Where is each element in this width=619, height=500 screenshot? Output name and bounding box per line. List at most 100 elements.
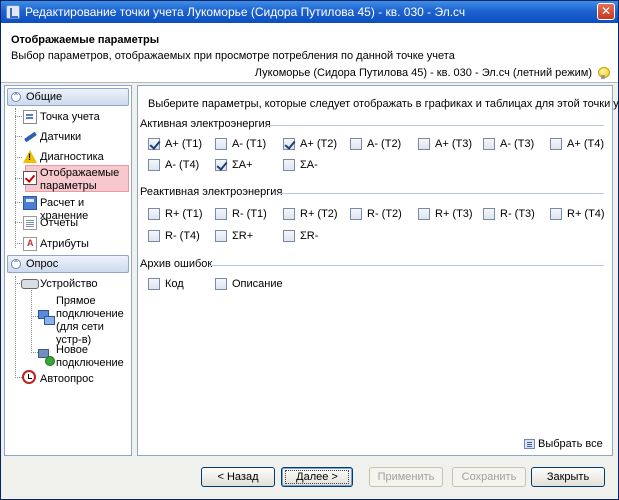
next-button[interactable]: Далее > — [281, 467, 353, 487]
lightbulb-icon — [598, 67, 610, 79]
close-window-button[interactable]: ✕ — [597, 3, 615, 20]
option-checkbox[interactable]: A- (T2) — [350, 138, 414, 152]
checkbox[interactable] — [215, 208, 227, 220]
sidebar-item-label: Новое подключение — [56, 344, 124, 369]
option-checkbox[interactable]: A- (T3) — [483, 138, 547, 152]
checkbox-label: R+ (T1) — [165, 208, 203, 220]
checkbox-label: ΣR+ — [232, 230, 254, 242]
sidebar: ⌃ Общие Точка учета Датчики Диагностика … — [4, 85, 132, 456]
point-icon — [23, 110, 37, 124]
checkbox[interactable] — [350, 208, 362, 220]
option-checkbox[interactable]: A+ (T4) — [550, 138, 614, 152]
option-checkbox[interactable]: Код — [148, 278, 212, 292]
sidebar-item-reports[interactable]: Отчеты — [5, 215, 131, 231]
checkbox[interactable] — [148, 159, 160, 171]
checkbox[interactable] — [418, 208, 430, 220]
sidebar-item-direct-connection[interactable]: Прямое подключение (для сети устр-в) — [5, 294, 131, 346]
device-icon — [21, 279, 39, 289]
option-checkbox[interactable]: R+ (T4) — [550, 208, 614, 222]
sidebar-item-diagnostics[interactable]: Диагностика — [5, 149, 131, 165]
checkbox-label: R+ (T3) — [435, 208, 473, 220]
option-checkbox[interactable]: Описание — [215, 278, 283, 292]
close-button[interactable]: Закрыть — [531, 467, 605, 487]
sidebar-item-calc-storage[interactable]: Расчет и хранение — [5, 195, 131, 222]
option-checkbox[interactable]: A- (T1) — [215, 138, 279, 152]
checkbox-label: A- (T3) — [500, 138, 535, 150]
save-button[interactable]: Сохранить — [452, 467, 526, 487]
checkbox[interactable] — [283, 138, 295, 150]
checkbox[interactable] — [215, 278, 227, 290]
checkbox[interactable] — [350, 138, 362, 150]
option-checkbox[interactable]: A+ (T1) — [148, 138, 212, 152]
checkbox-label: ΣA- — [300, 159, 318, 171]
collapse-icon[interactable]: ⌃ — [11, 92, 21, 102]
checkbox-label: R- (T1) — [232, 208, 267, 220]
sidebar-item-display-params-content[interactable]: Отображаемые параметры — [5, 167, 131, 193]
checkbox[interactable] — [283, 208, 295, 220]
sidebar-item-label: Отчеты — [40, 217, 79, 229]
option-checkbox[interactable]: A+ (T3) — [418, 138, 482, 152]
option-checkbox[interactable]: R+ (T1) — [148, 208, 212, 222]
network-icon — [37, 308, 55, 326]
main-panel: Выберите параметры, которые следует отоб… — [137, 85, 619, 456]
app-icon — [6, 5, 20, 19]
apply-button[interactable]: Применить — [369, 467, 443, 487]
option-checkbox[interactable]: R- (T2) — [350, 208, 414, 222]
checkbox-icon — [23, 171, 37, 185]
checkbox-label: R- (T4) — [165, 230, 200, 242]
option-checkbox[interactable]: R+ (T2) — [283, 208, 347, 222]
page-header: Отображаемые параметры Выбор параметров,… — [1, 23, 618, 83]
sidebar-item-sensors[interactable]: Датчики — [5, 129, 131, 145]
group-header-general[interactable]: ⌃ Общие — [7, 88, 129, 106]
checkbox[interactable] — [550, 208, 562, 220]
checkbox[interactable] — [148, 230, 160, 242]
list-icon — [524, 439, 535, 449]
checkbox-label: ΣR- — [300, 230, 319, 242]
sidebar-item-new-connection[interactable]: Новое подключение — [5, 343, 131, 369]
checkbox[interactable] — [283, 159, 295, 171]
select-all-button[interactable]: Выбрать все — [524, 438, 603, 452]
sidebar-item-label: Точка учета — [40, 111, 100, 123]
checkbox[interactable] — [418, 138, 430, 150]
option-checkbox[interactable]: ΣA- — [283, 159, 347, 173]
sidebar-item-auto-survey[interactable]: Автоопрос — [5, 370, 131, 386]
sidebar-item-label: Диагностика — [40, 151, 104, 163]
calculator-icon — [23, 196, 37, 210]
checkbox[interactable] — [215, 230, 227, 242]
sidebar-item-attributes[interactable]: Атрибуты — [5, 236, 131, 252]
option-checkbox[interactable]: ΣR- — [283, 230, 347, 244]
checkbox[interactable] — [283, 230, 295, 242]
checkbox-label: R- (T3) — [500, 208, 535, 220]
sidebar-item-label: Устройство — [40, 278, 98, 290]
instruction-text: Выберите параметры, которые следует отоб… — [148, 98, 619, 110]
checkbox-label: A+ (T3) — [435, 138, 472, 150]
option-checkbox[interactable]: R- (T1) — [215, 208, 279, 222]
checkbox-label: A+ (T2) — [300, 138, 337, 150]
checkbox[interactable] — [550, 138, 562, 150]
pencil-icon — [23, 130, 37, 144]
checkbox[interactable] — [148, 208, 160, 220]
sidebar-item-point[interactable]: Точка учета — [5, 109, 131, 125]
option-checkbox[interactable]: R- (T3) — [483, 208, 547, 222]
checkbox[interactable] — [148, 138, 160, 150]
collapse-icon[interactable]: ⌃ — [11, 259, 21, 269]
checkbox[interactable] — [215, 159, 227, 171]
option-checkbox[interactable]: ΣR+ — [215, 230, 279, 244]
title-bar: Редактирование точки учета Лукоморье (Си… — [1, 1, 618, 23]
group-header-survey[interactable]: ⌃ Опрос — [7, 255, 129, 273]
back-button[interactable]: < Назад — [201, 467, 275, 487]
select-all-label: Выбрать все — [538, 438, 603, 450]
option-checkbox[interactable]: A- (T4) — [148, 159, 212, 173]
option-checkbox[interactable]: R+ (T3) — [418, 208, 482, 222]
option-checkbox[interactable]: ΣA+ — [215, 159, 279, 173]
checkbox[interactable] — [483, 138, 495, 150]
option-checkbox[interactable]: R- (T4) — [148, 230, 212, 244]
sidebar-item-device[interactable]: Устройство — [5, 276, 131, 292]
checkbox[interactable] — [483, 208, 495, 220]
checkbox[interactable] — [215, 138, 227, 150]
checkbox[interactable] — [148, 278, 160, 290]
page-subtitle: Выбор параметров, отображаемых при просм… — [11, 50, 455, 62]
checkbox-label: Код — [165, 278, 184, 290]
point-info: Лукоморье (Сидора Путилова 45) - кв. 030… — [254, 67, 592, 79]
option-checkbox[interactable]: A+ (T2) — [283, 138, 347, 152]
